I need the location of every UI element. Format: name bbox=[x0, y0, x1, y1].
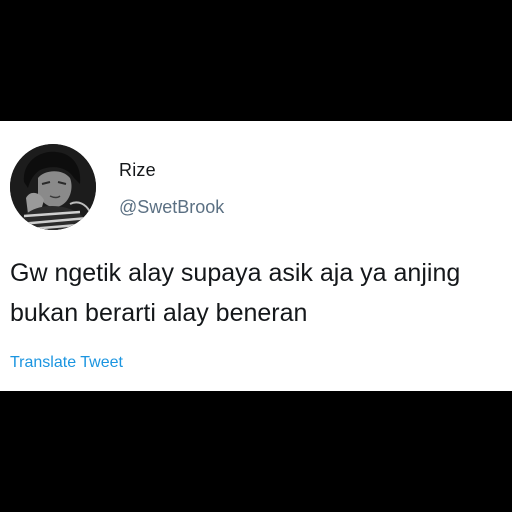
author-handle[interactable]: @SwetBrook bbox=[119, 197, 224, 218]
tweet-text-line-2: bukan berarti alay beneran bbox=[10, 299, 308, 327]
author-avatar[interactable] bbox=[10, 144, 96, 230]
screenshot-frame: Rize @SwetBrook Gw ngetik alay supaya as… bbox=[0, 0, 512, 512]
tweet-text-line-1: Gw ngetik alay supaya asik aja ya anjing bbox=[10, 259, 461, 287]
author-display-name[interactable]: Rize bbox=[119, 160, 156, 181]
avatar-photo-icon bbox=[10, 144, 96, 230]
tweet-text: Gw ngetik alay supaya asik aja ya anjing… bbox=[10, 253, 512, 333]
translate-tweet-link[interactable]: Translate Tweet bbox=[10, 354, 123, 372]
tweet-card: Rize @SwetBrook Gw ngetik alay supaya as… bbox=[0, 121, 512, 391]
